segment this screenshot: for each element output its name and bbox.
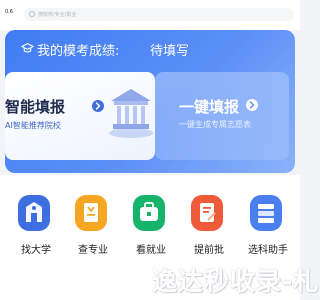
search-icon xyxy=(29,11,35,17)
quick-link-label: 提前批 xyxy=(194,245,224,256)
mock-score-label: 我的模考成绩: xyxy=(37,44,120,59)
one-click-fill-title: 一键填报 xyxy=(179,98,240,116)
graduation-cap-icon xyxy=(21,43,34,53)
quick-link-subject-helper[interactable]: 选科助手 xyxy=(243,195,293,265)
quick-link-label: 看就业 xyxy=(136,245,166,256)
quick-link-label: 找大学 xyxy=(21,245,51,256)
university-icon xyxy=(18,195,50,231)
quick-link-label: 选科助手 xyxy=(248,245,288,256)
score-hero-banner: 我的模考成绩: 待填写 智能填报 AI智能推荐院校 一键填报 一键生成专属志愿表 xyxy=(5,30,295,173)
smart-fill-subtitle: AI智能推荐院校 xyxy=(5,121,61,130)
search-input[interactable]: 搜院校/专业/职业 xyxy=(24,8,294,21)
smart-fill-title: 智能填报 xyxy=(5,98,66,116)
quick-link-label: 查专业 xyxy=(78,245,108,256)
city-selector[interactable]: 0.6 xyxy=(5,9,13,15)
smart-fill-card[interactable]: 智能填报 AI智能推荐院校 xyxy=(5,72,155,160)
mock-score-value[interactable]: 待填写 xyxy=(150,40,189,59)
major-book-icon xyxy=(75,195,107,231)
chevron-right-icon xyxy=(246,99,258,111)
one-click-fill-subtitle: 一键生成专属志愿表 xyxy=(179,120,251,129)
quick-link-employment[interactable]: 看就业 xyxy=(126,195,176,265)
early-batch-icon xyxy=(191,195,223,231)
search-placeholder: 搜院校/专业/职业 xyxy=(38,12,77,18)
top-bar: 0.6 搜院校/专业/职业 xyxy=(0,0,300,30)
quick-link-search-major[interactable]: 查专业 xyxy=(68,195,118,265)
one-click-fill-card[interactable]: 一键填报 一键生成专属志愿表 xyxy=(155,72,289,160)
watermark-text: 逸达秒收录-札 xyxy=(152,267,320,296)
briefcase-icon xyxy=(133,195,165,231)
university-building-icon xyxy=(109,89,153,138)
chevron-right-icon xyxy=(92,100,104,112)
subject-books-icon xyxy=(250,195,282,231)
quick-link-find-university[interactable]: 找大学 xyxy=(11,195,61,265)
quick-link-early-batch[interactable]: 提前批 xyxy=(184,195,234,265)
